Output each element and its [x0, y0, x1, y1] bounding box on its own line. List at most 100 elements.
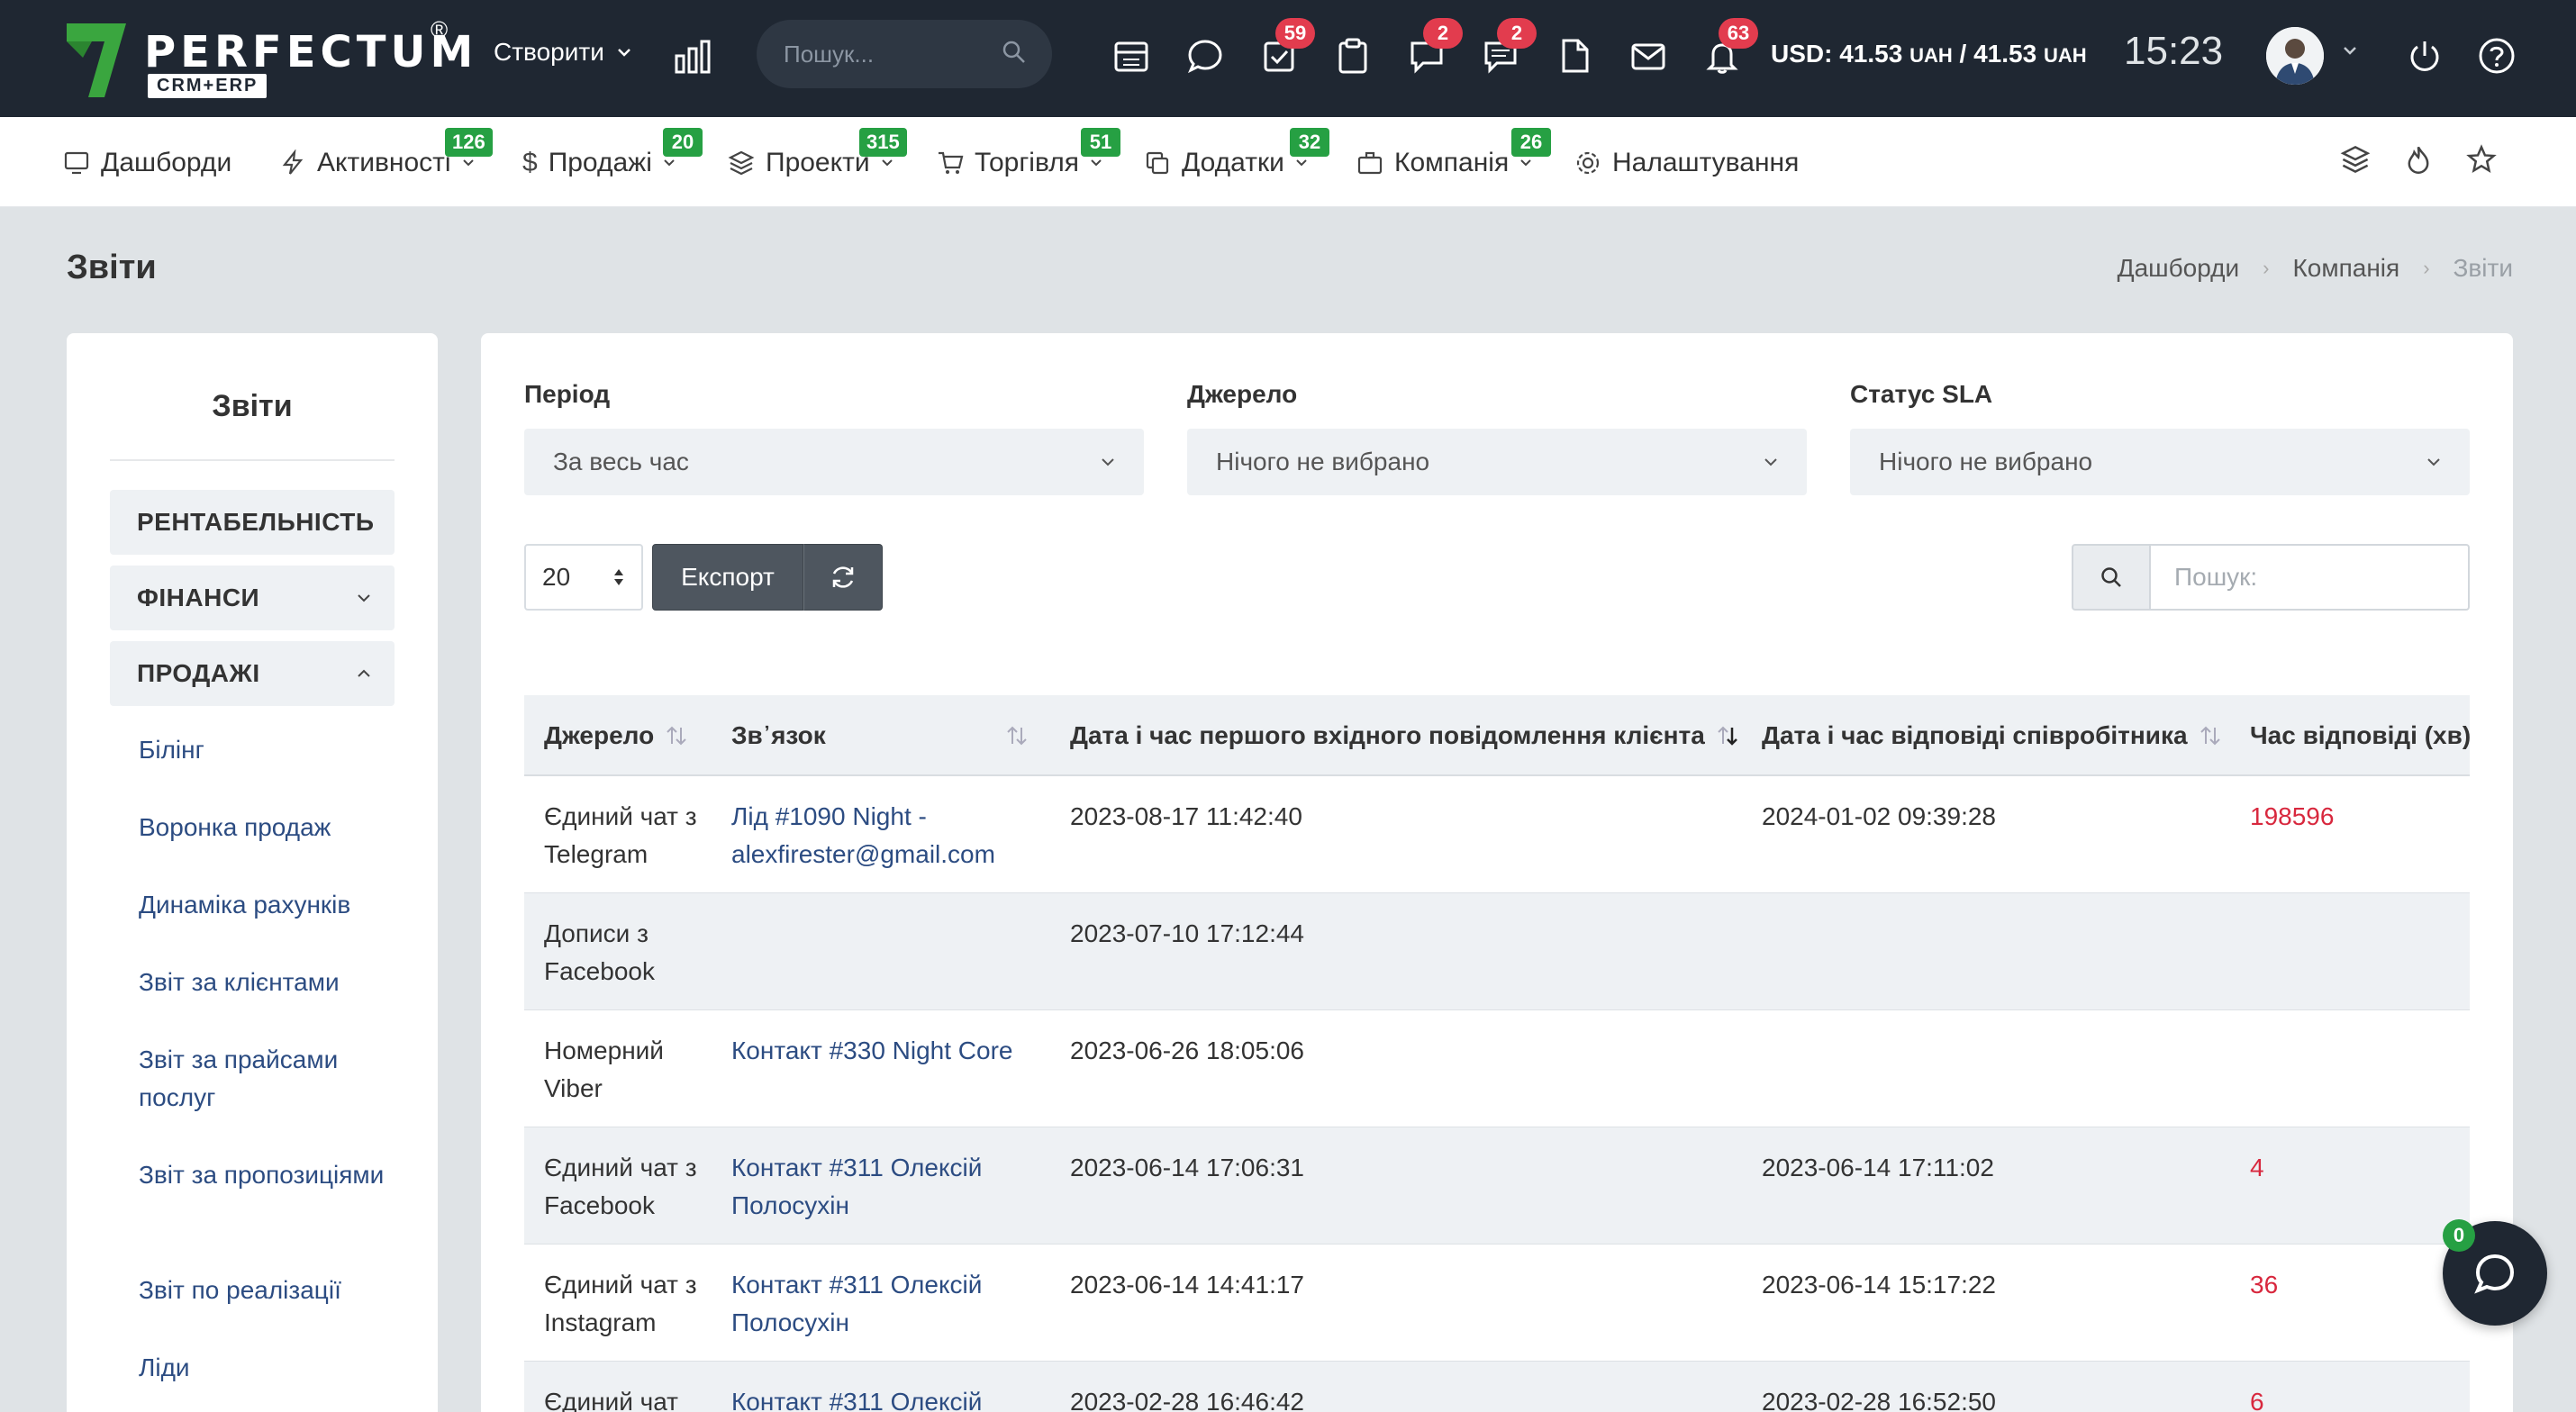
cell-connection-link[interactable]: Контакт #311 Олексій Полосухін [731, 1149, 1038, 1225]
create-menu-button[interactable]: Створити [494, 38, 631, 67]
cell-source: Дописи з Facebook [544, 919, 655, 985]
table-row[interactable]: Єдиний чат Контакт #311 Олексій 2023-02-… [524, 1362, 2470, 1412]
file-icon[interactable] [1555, 36, 1594, 76]
chevron-down-icon [358, 594, 370, 602]
flame-icon[interactable] [2403, 144, 2434, 175]
export-button[interactable]: Експорт [652, 544, 803, 611]
table-row[interactable]: Єдиний чат з Facebook Контакт #311 Олекс… [524, 1127, 2470, 1245]
sidebar-category-finance[interactable]: ФІНАНСИ [110, 566, 395, 630]
help-icon[interactable] [2477, 36, 2517, 76]
table-row[interactable]: Дописи з Facebook 2023-07-10 17:12:44 [524, 893, 2470, 1010]
cart-icon [939, 151, 964, 174]
nav-item-projects[interactable]: Проекти 315 [728, 128, 907, 184]
notes-badge: 2 [1497, 18, 1537, 49]
clock: 15:23 [2124, 29, 2224, 73]
sidebar-title: Звіти [212, 389, 293, 423]
table-row[interactable]: Єдиний чат з Telegram Лід #1090 Night - … [524, 776, 2470, 893]
clipboard-icon[interactable] [1333, 36, 1373, 76]
copy-icon [1146, 151, 1169, 175]
table-row[interactable]: Номерний Viber Контакт #330 Night Core 2… [524, 1010, 2470, 1127]
breadcrumb-item-company[interactable]: Компанія [2292, 254, 2399, 283]
mail-icon[interactable] [1628, 36, 1668, 76]
cell-connection-link[interactable]: Контакт #330 Night Core [731, 1032, 1074, 1070]
sidebar-link-billing[interactable]: Білінг [139, 731, 400, 769]
layers-icon [728, 150, 755, 176]
cell-connection-link[interactable]: Контакт #311 Олексій Полосухін [731, 1266, 1038, 1342]
nav-item-settings[interactable]: Налаштування [1574, 142, 1799, 184]
nav-item-activities[interactable]: Активності 126 [279, 128, 493, 184]
sidebar-link-price-report[interactable]: Звіт за прайсами послуг [139, 1041, 400, 1117]
currency-second-rate: / 41.53 [1959, 40, 2037, 68]
nav-item-trade[interactable]: Торгівля 51 [937, 128, 1120, 184]
page-length-select[interactable]: 20 [524, 544, 643, 611]
main-nav: Дашборди Активності 126 $ Продажі 20 Про… [0, 117, 2576, 207]
nav-item-addons[interactable]: Додатки 32 [1144, 128, 1329, 184]
chevron-down-icon [617, 49, 630, 57]
nav-item-dashboards[interactable]: Дашборди [63, 142, 231, 184]
column-header-connection[interactable]: Зв᾽язок [731, 695, 1029, 776]
cell-first-message: 2023-08-17 11:42:40 [1070, 802, 1302, 830]
nav-item-sales[interactable]: $ Продажі 20 [522, 128, 703, 184]
table-row[interactable]: Єдиний чат з Instagram Контакт #311 Олек… [524, 1245, 2470, 1362]
messages-badge: 2 [1423, 18, 1463, 49]
source-select[interactable]: Нічого не вибрано [1187, 429, 1807, 495]
power-icon[interactable] [2405, 36, 2444, 76]
table-search-input[interactable] [2151, 544, 2470, 611]
tasks-button[interactable]: 59 [1259, 18, 1315, 76]
logo-subtitle: CRM+ERP [148, 74, 268, 98]
bar-chart-icon[interactable] [674, 38, 712, 74]
sort-arrows-icon [614, 569, 623, 585]
layers-icon[interactable] [2340, 144, 2371, 175]
briefcase-icon [1357, 151, 1383, 175]
sidebar-link-clients-report[interactable]: Звіт за клієнтами [139, 964, 400, 1001]
star-icon[interactable] [2466, 144, 2497, 175]
refresh-button[interactable] [803, 544, 883, 611]
sidebar-link-sales-funnel[interactable]: Воронка продаж [139, 809, 400, 846]
nav-item-label: Дашборди [101, 148, 232, 177]
nav-badge: 315 [859, 128, 907, 157]
reports-sidebar: Звіти РЕНТАБЕЛЬНІСТЬ ФІНАНСИ ПРОДАЖІ Біл… [67, 333, 438, 1412]
user-avatar[interactable] [2266, 27, 2324, 85]
logo[interactable]: PERFECTUM ® CRM+ERP [65, 16, 473, 103]
sidebar-link-invoice-dynamics[interactable]: Динаміка рахунків [139, 886, 400, 924]
currency-unit: UAH [2043, 44, 2087, 67]
refresh-icon [832, 566, 854, 588]
column-header-reply-time[interactable]: Дата і час відповіді співробітника [1762, 695, 2222, 776]
column-header-response-minutes[interactable]: Час відповіді (хв) [2250, 695, 2471, 776]
messages-button[interactable]: 2 [1407, 18, 1463, 76]
breadcrumb-item-dashboards[interactable]: Дашборди [2118, 254, 2240, 283]
nav-badge: 32 [1290, 128, 1329, 157]
category-label: ФІНАНСИ [137, 584, 260, 611]
column-header-first-message[interactable]: Дата і час першого вхідного повідомлення… [1070, 695, 1739, 776]
column-header-label: Джерело [544, 721, 655, 749]
column-header-label: Дата і час першого вхідного повідомлення… [1070, 721, 1705, 749]
sidebar-link-leads[interactable]: Ліди [139, 1349, 400, 1387]
sidebar-category-profitability[interactable]: РЕНТАБЕЛЬНІСТЬ [110, 490, 395, 555]
chevron-down-icon [462, 159, 474, 167]
nav-item-company[interactable]: Компанія 26 [1356, 128, 1551, 184]
sidebar-link-proposals-report[interactable]: Звіт за пропозиціями [139, 1156, 400, 1194]
sla-status-select[interactable]: Нічого не вибрано [1850, 429, 2470, 495]
sidebar-category-sales[interactable]: ПРОДАЖІ [110, 641, 395, 706]
sort-icon [2200, 726, 2220, 746]
chevron-down-icon[interactable] [2342, 45, 2358, 56]
period-select[interactable]: За весь час [524, 429, 1144, 495]
calendar-icon[interactable] [1111, 36, 1151, 76]
sla-status-value: Нічого не вибрано [1879, 448, 2093, 475]
currency-usd: USD: 41.53 [1771, 40, 1903, 68]
cell-source: Єдиний чат з Telegram [544, 802, 697, 868]
cell-connection-link[interactable]: Лід #1090 Night - alexfirester@gmail.com [731, 798, 1038, 873]
cell-reply-time: 2023-06-14 17:11:02 [1762, 1154, 1994, 1181]
chevron-down-icon [2427, 458, 2440, 466]
column-header-source[interactable]: Джерело [544, 695, 688, 776]
chat-bubble-icon[interactable] [1185, 36, 1225, 76]
sla-status-label: Статус SLA [1850, 380, 1993, 408]
notifications-button[interactable]: 63 [1702, 18, 1758, 76]
search-icon[interactable] [1002, 40, 1027, 65]
sidebar-link-realization-report[interactable]: Звіт по реалізації [139, 1272, 400, 1309]
lightning-icon [282, 149, 304, 175]
cell-connection-link[interactable]: Контакт #311 Олексій [731, 1383, 1038, 1412]
notes-button[interactable]: 2 [1481, 18, 1537, 76]
table-search-button[interactable] [2072, 544, 2151, 611]
cell-first-message: 2023-07-10 17:12:44 [1070, 919, 1304, 947]
